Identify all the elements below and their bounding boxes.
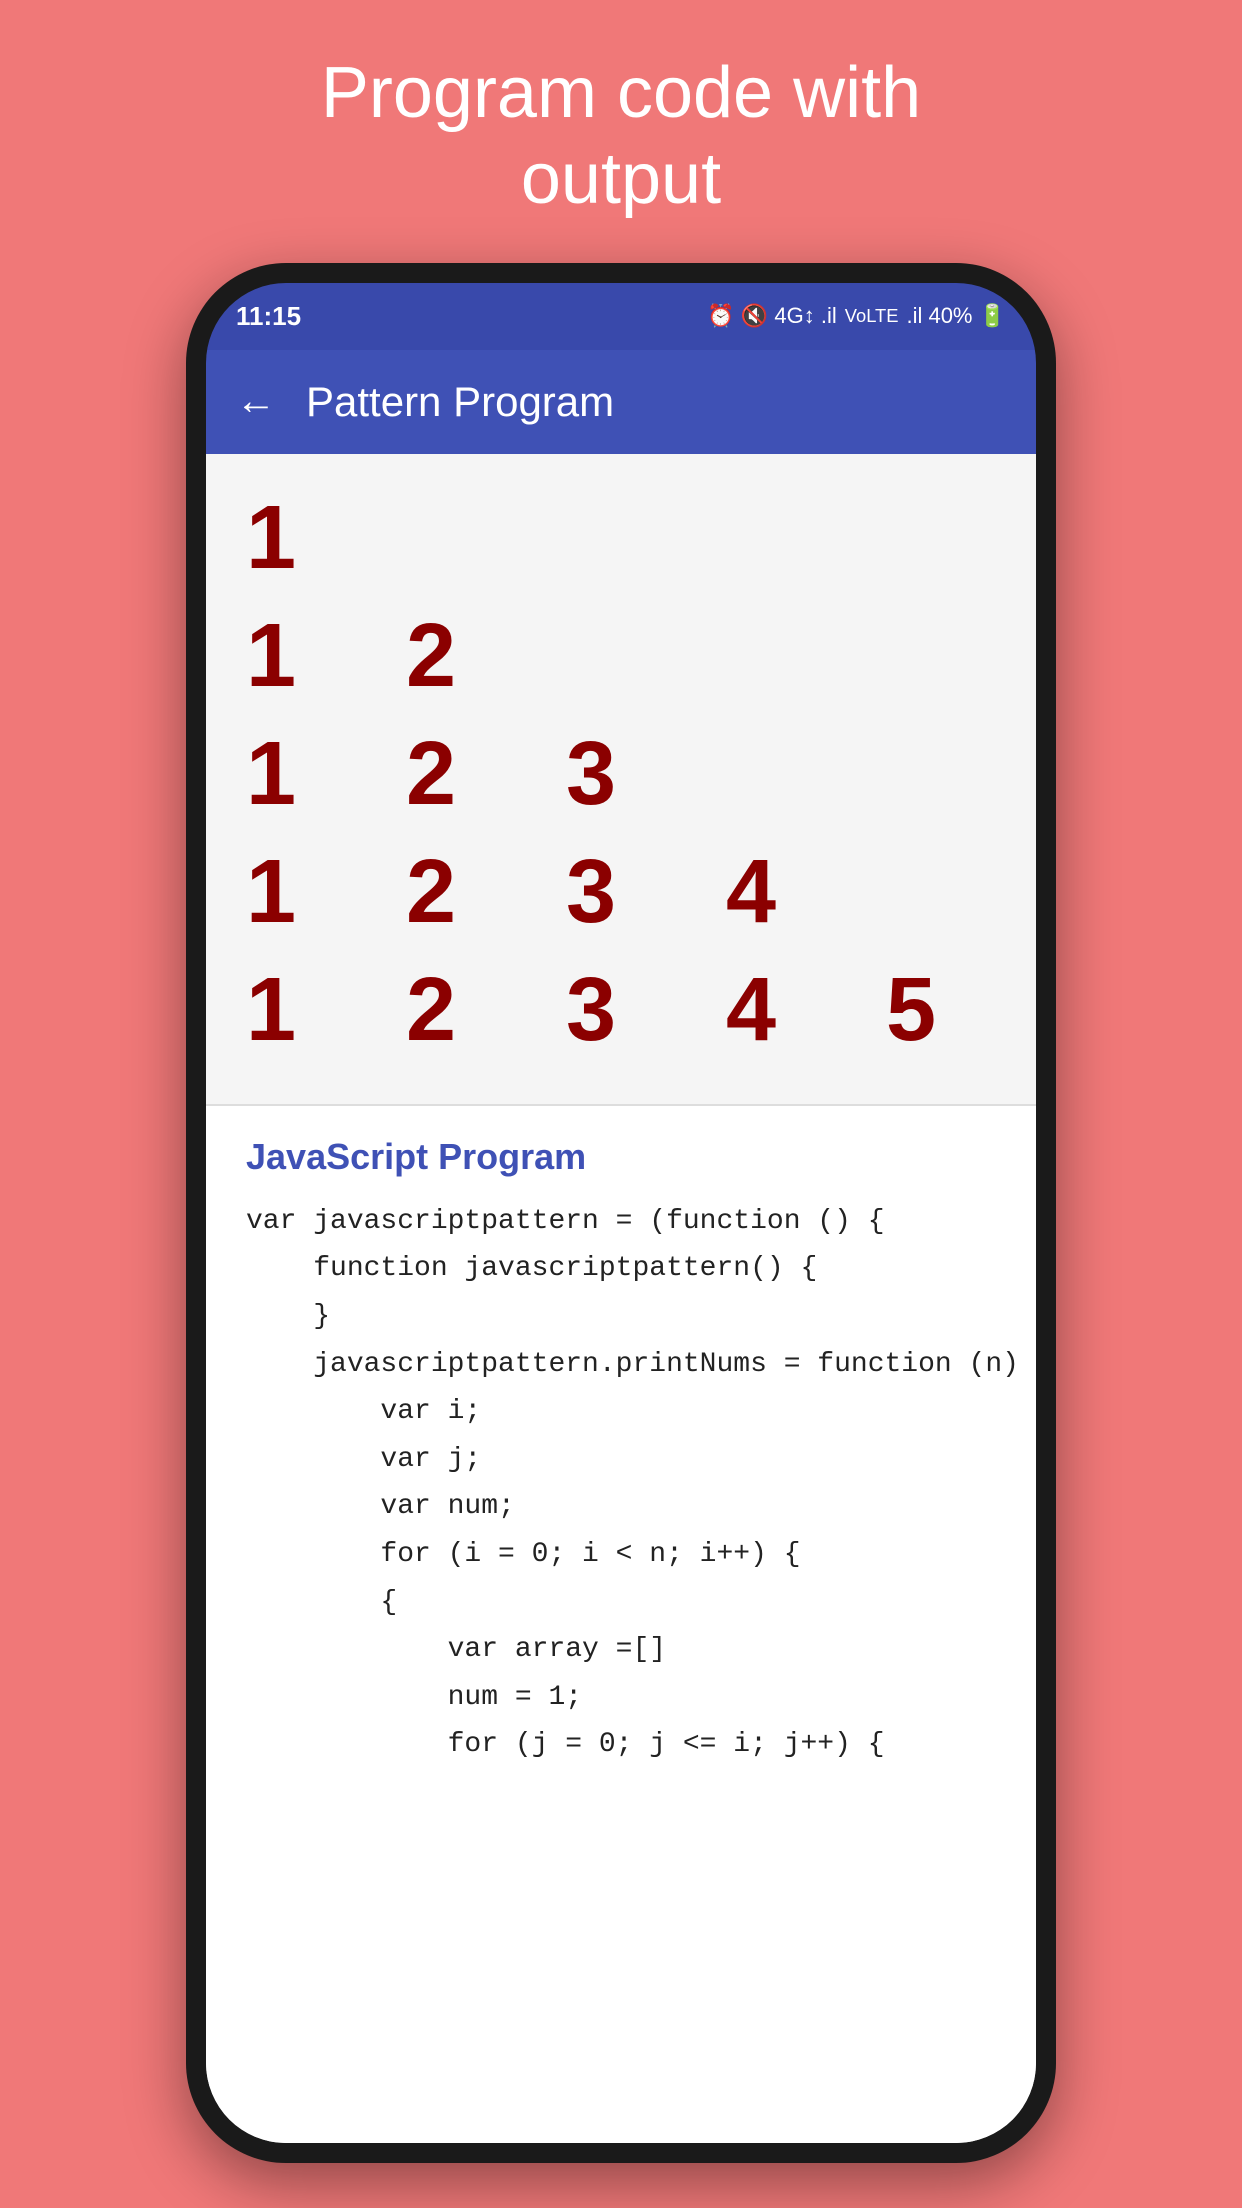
status-time: 11:15 (236, 301, 301, 332)
code-line: function javascriptpattern() { (246, 1245, 996, 1293)
code-line: for (j = 0; j <= i; j++) { (246, 1721, 996, 1769)
pattern-row-2: 1 2 (246, 602, 996, 710)
back-button[interactable]: ← (236, 379, 276, 424)
pattern-num: 1 (246, 602, 326, 710)
pattern-num: 3 (566, 838, 646, 946)
pattern-num: 2 (406, 602, 486, 710)
pattern-row-4: 1 2 3 4 (246, 838, 996, 946)
code-line: { (246, 1579, 996, 1627)
code-section-title: JavaScript Program (246, 1136, 996, 1178)
code-line: var i; (246, 1388, 996, 1436)
pattern-row-1: 1 (246, 484, 996, 592)
code-line: var j; (246, 1436, 996, 1484)
code-section: JavaScript Program var javascriptpattern… (206, 1106, 1036, 2143)
app-bar: ← Pattern Program (206, 350, 1036, 454)
content-area: 1 1 2 1 2 3 1 2 3 4 1 (206, 454, 1036, 2143)
code-line: num = 1; (246, 1674, 996, 1722)
pattern-num: 4 (726, 956, 806, 1064)
pattern-row-3: 1 2 3 (246, 720, 996, 828)
pattern-num: 3 (566, 720, 646, 828)
pattern-num: 2 (406, 720, 486, 828)
code-line: for (i = 0; i < n; i++) { (246, 1531, 996, 1579)
pattern-num: 3 (566, 956, 646, 1064)
pattern-num: 4 (726, 838, 806, 946)
code-line: var array =[] (246, 1626, 996, 1674)
pattern-num: 1 (246, 838, 326, 946)
pattern-num: 5 (886, 956, 966, 1064)
pattern-num: 1 (246, 484, 326, 592)
app-bar-title: Pattern Program (306, 378, 614, 426)
pattern-row-5: 1 2 3 4 5 (246, 956, 996, 1064)
phone-screen: 11:15 ⏰ 🔇 4G↕ .il VoLTE.il 40% 🔋 ← Patte… (206, 283, 1036, 2143)
code-line: } (246, 1293, 996, 1341)
pattern-section: 1 1 2 1 2 3 1 2 3 4 1 (206, 454, 1036, 1106)
pattern-num: 2 (406, 956, 486, 1064)
code-line: javascriptpattern.printNums = function (… (246, 1341, 996, 1389)
phone-mockup: 11:15 ⏰ 🔇 4G↕ .il VoLTE.il 40% 🔋 ← Patte… (186, 263, 1056, 2163)
status-icons: ⏰ 🔇 4G↕ .il VoLTE.il 40% 🔋 (707, 303, 1006, 329)
pattern-num: 1 (246, 720, 326, 828)
code-block: var javascriptpattern = (function () { f… (246, 1198, 996, 1769)
page-title: Program code with output (241, 50, 1001, 223)
code-line: var javascriptpattern = (function () { (246, 1198, 996, 1246)
pattern-num: 2 (406, 838, 486, 946)
code-line: var num; (246, 1483, 996, 1531)
pattern-num: 1 (246, 956, 326, 1064)
status-bar: 11:15 ⏰ 🔇 4G↕ .il VoLTE.il 40% 🔋 (206, 283, 1036, 350)
